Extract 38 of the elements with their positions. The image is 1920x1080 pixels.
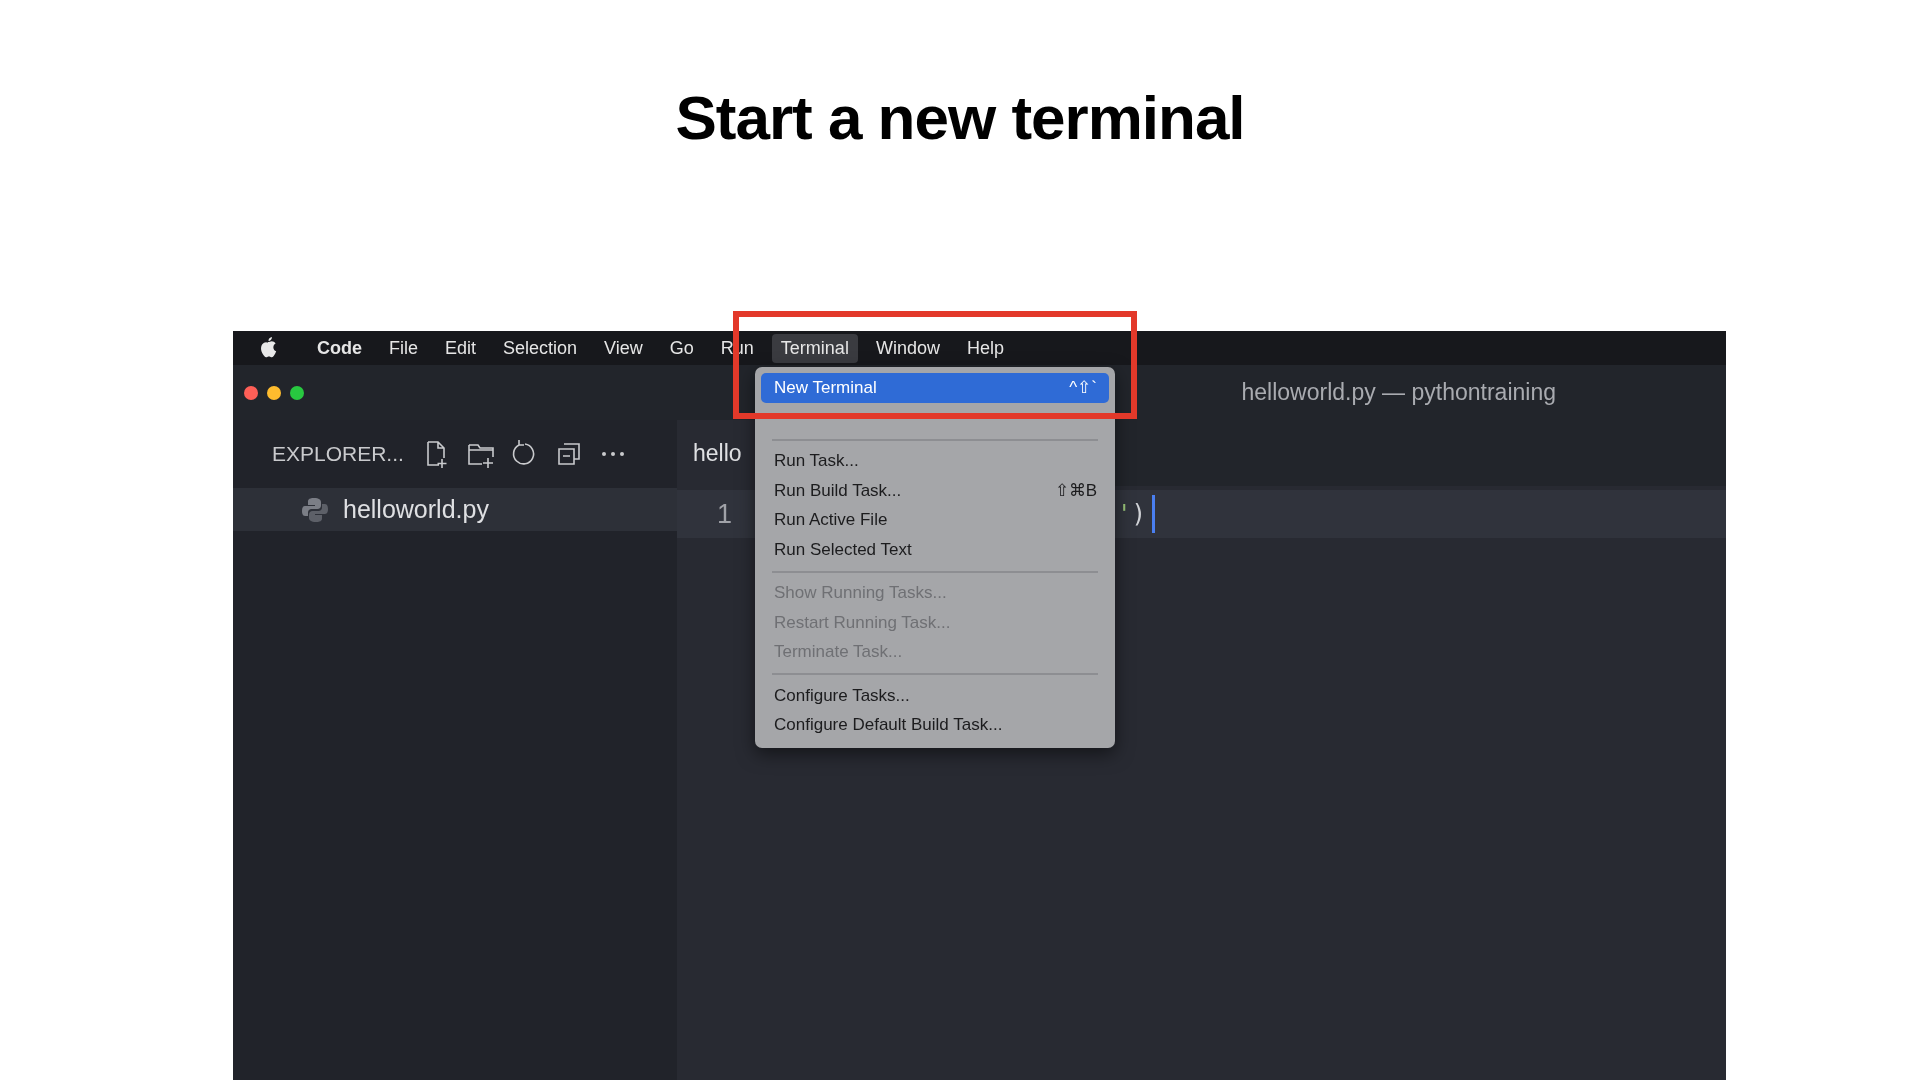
menu-item-label: Configure Tasks... [774, 685, 910, 706]
shortcut-label: ^⇧` [1069, 377, 1097, 399]
menu-item[interactable]: Run Selected Text [761, 535, 1109, 565]
file-tree-item[interactable]: helloworld.py [233, 488, 677, 531]
menu-bar-item[interactable]: Code [308, 333, 371, 363]
code-token: ' [1117, 500, 1132, 528]
menu-bar-item[interactable]: Edit [436, 333, 486, 363]
window-title: helloworld.py — pythontraining [1241, 379, 1556, 406]
code-token: ) [1131, 500, 1146, 528]
line-number: 1 [715, 498, 732, 530]
slide-title: Start a new terminal [675, 82, 1245, 153]
menu-item[interactable]: Run Active File [761, 505, 1109, 535]
menu-item-label: Run Build Task... [774, 480, 902, 501]
shortcut-label: ⇧⌘B [1054, 480, 1097, 502]
menu-item[interactable]: Run Build Task... ⇧⌘B [761, 476, 1109, 506]
explorer-title: EXPLORER... [272, 442, 404, 466]
menu-item-label: Run Task... [774, 451, 859, 472]
menu-item[interactable]: Configure Default Build Task... [761, 710, 1109, 740]
menu-bar-item[interactable]: Help [957, 333, 1013, 363]
menu-bar-item[interactable]: View [595, 333, 652, 363]
close-button[interactable] [244, 385, 258, 400]
menu-item[interactable]: New Terminal ^⇧` [761, 373, 1109, 403]
zoom-button[interactable] [290, 385, 304, 400]
menu-item[interactable]: Run Task... [761, 446, 1109, 476]
menu-bar-item[interactable]: Selection [494, 333, 587, 363]
menu-item-label: Configure Default Build Task... [774, 715, 1003, 736]
menu-bar-item[interactable]: Terminal [771, 333, 858, 363]
menu-bar-item[interactable]: File [380, 333, 427, 363]
menu-bar-item[interactable]: Go [660, 333, 703, 363]
python-icon [301, 495, 329, 524]
file-name: helloworld.py [343, 495, 489, 524]
menu-item-label: Run Active File [774, 510, 888, 531]
minimize-button[interactable] [267, 385, 281, 400]
text-cursor [1151, 495, 1155, 533]
menu-bar-item[interactable]: Window [866, 333, 949, 363]
menu-item[interactable]: Configure Tasks... [761, 681, 1109, 711]
menu-item-label: New Terminal [774, 377, 877, 398]
menu-item-label: Run Selected Text [774, 539, 912, 560]
